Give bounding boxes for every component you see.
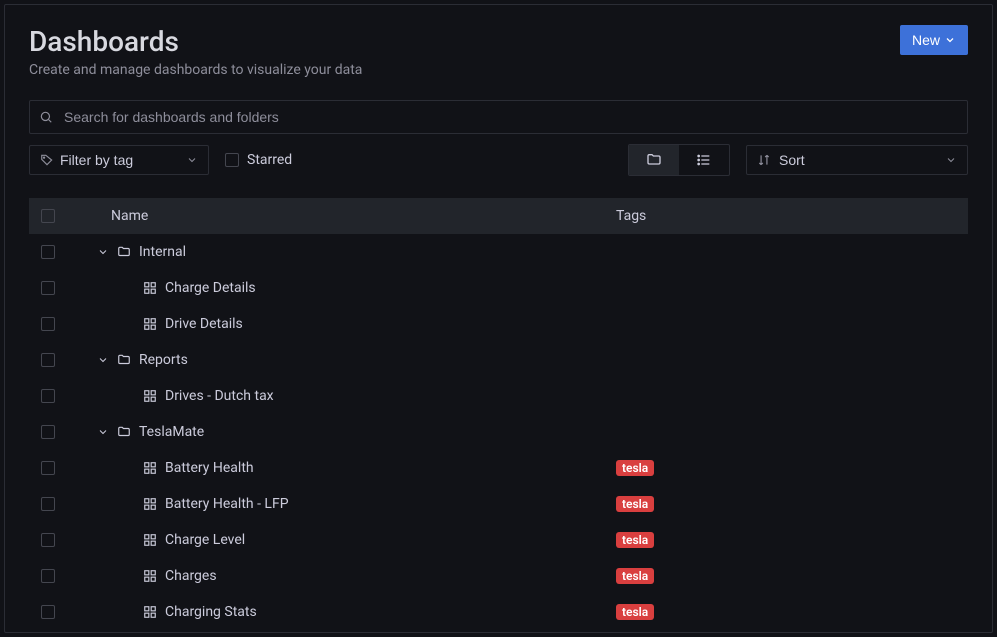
chevron-down-icon[interactable] xyxy=(97,246,109,258)
row-checkbox[interactable] xyxy=(41,245,55,259)
starred-filter[interactable]: Starred xyxy=(225,152,292,168)
row-checkbox[interactable] xyxy=(41,317,55,331)
dashboard-row[interactable]: Charges tesla xyxy=(29,558,968,594)
new-button-label: New xyxy=(912,32,940,48)
row-checkbox[interactable] xyxy=(41,569,55,583)
dashboard-row[interactable]: Charge Details xyxy=(29,270,968,306)
starred-checkbox[interactable] xyxy=(225,153,239,167)
row-checkbox[interactable] xyxy=(41,605,55,619)
row-checkbox[interactable] xyxy=(41,389,55,403)
dashboard-icon xyxy=(143,533,157,547)
folder-row[interactable]: Internal xyxy=(29,234,968,270)
column-tags[interactable]: Tags xyxy=(616,208,956,224)
row-label: Battery Health - LFP xyxy=(165,496,289,512)
table-header: Name Tags xyxy=(29,198,968,234)
select-all-checkbox[interactable] xyxy=(41,209,55,223)
row-tags: tesla xyxy=(616,460,956,476)
starred-label: Starred xyxy=(247,152,292,168)
column-name[interactable]: Name xyxy=(73,208,604,224)
row-checkbox[interactable] xyxy=(41,497,55,511)
row-label: Reports xyxy=(139,352,188,368)
dashboard-icon xyxy=(143,605,157,619)
folder-icon xyxy=(117,245,131,259)
dashboard-row[interactable]: Drive Details xyxy=(29,306,968,342)
sort-icon xyxy=(757,153,771,167)
list-icon xyxy=(696,152,712,168)
chevron-down-icon xyxy=(944,34,956,46)
dashboard-row[interactable]: Charging Stats tesla xyxy=(29,594,968,630)
page-subtitle: Create and manage dashboards to visualiz… xyxy=(29,62,968,78)
row-checkbox[interactable] xyxy=(41,461,55,475)
tag-badge[interactable]: tesla xyxy=(616,460,654,476)
dashboard-rows: Internal Charge Details Drive Details Repor… xyxy=(29,234,968,630)
dashboard-row[interactable]: Drives - Dutch tax xyxy=(29,378,968,414)
row-label: Charge Details xyxy=(165,280,256,296)
row-label: Drive Details xyxy=(165,316,243,332)
folder-icon xyxy=(117,353,131,367)
tag-badge[interactable]: tesla xyxy=(616,568,654,584)
row-label: Internal xyxy=(139,244,186,260)
dashboard-icon xyxy=(143,317,157,331)
folder-view-button[interactable] xyxy=(629,145,679,175)
sort-label: Sort xyxy=(779,152,805,168)
filter-by-tag-label: Filter by tag xyxy=(60,152,133,168)
dashboard-icon xyxy=(143,389,157,403)
folder-row[interactable]: TeslaMate xyxy=(29,414,968,450)
row-label: Charging Stats xyxy=(165,604,257,620)
row-checkbox[interactable] xyxy=(41,533,55,547)
dashboard-icon xyxy=(143,497,157,511)
dashboard-icon xyxy=(143,569,157,583)
search-icon xyxy=(39,110,53,124)
chevron-down-icon xyxy=(186,154,198,166)
chevron-down-icon[interactable] xyxy=(97,426,109,438)
tag-icon xyxy=(40,153,54,167)
row-tags: tesla xyxy=(616,532,956,548)
chevron-down-icon xyxy=(945,154,957,166)
row-label: Charge Level xyxy=(165,532,245,548)
row-checkbox[interactable] xyxy=(41,353,55,367)
row-label: Drives - Dutch tax xyxy=(165,388,274,404)
search-input[interactable] xyxy=(29,100,968,134)
chevron-down-icon[interactable] xyxy=(97,354,109,366)
dashboard-row[interactable]: Battery Health - LFP tesla xyxy=(29,486,968,522)
view-toggle xyxy=(628,144,730,176)
row-label: TeslaMate xyxy=(139,424,204,440)
dashboard-row[interactable]: Battery Health tesla xyxy=(29,450,968,486)
dashboard-row[interactable]: Charge Level tesla xyxy=(29,522,968,558)
folder-row[interactable]: Reports xyxy=(29,342,968,378)
row-label: Battery Health xyxy=(165,460,254,476)
sort-select[interactable]: Sort xyxy=(746,145,968,175)
tag-badge[interactable]: tesla xyxy=(616,532,654,548)
dashboard-icon xyxy=(143,461,157,475)
tag-badge[interactable]: tesla xyxy=(616,604,654,620)
row-checkbox[interactable] xyxy=(41,425,55,439)
page-title: Dashboards xyxy=(29,25,179,58)
list-view-button[interactable] xyxy=(679,145,729,175)
row-tags: tesla xyxy=(616,568,956,584)
dashboard-icon xyxy=(143,281,157,295)
folder-icon xyxy=(646,152,662,168)
row-tags: tesla xyxy=(616,496,956,512)
row-tags: tesla xyxy=(616,604,956,620)
tag-badge[interactable]: tesla xyxy=(616,496,654,512)
filter-by-tag-button[interactable]: Filter by tag xyxy=(29,145,209,175)
row-checkbox[interactable] xyxy=(41,281,55,295)
new-button[interactable]: New xyxy=(900,25,968,55)
folder-icon xyxy=(117,425,131,439)
row-label: Charges xyxy=(165,568,217,584)
